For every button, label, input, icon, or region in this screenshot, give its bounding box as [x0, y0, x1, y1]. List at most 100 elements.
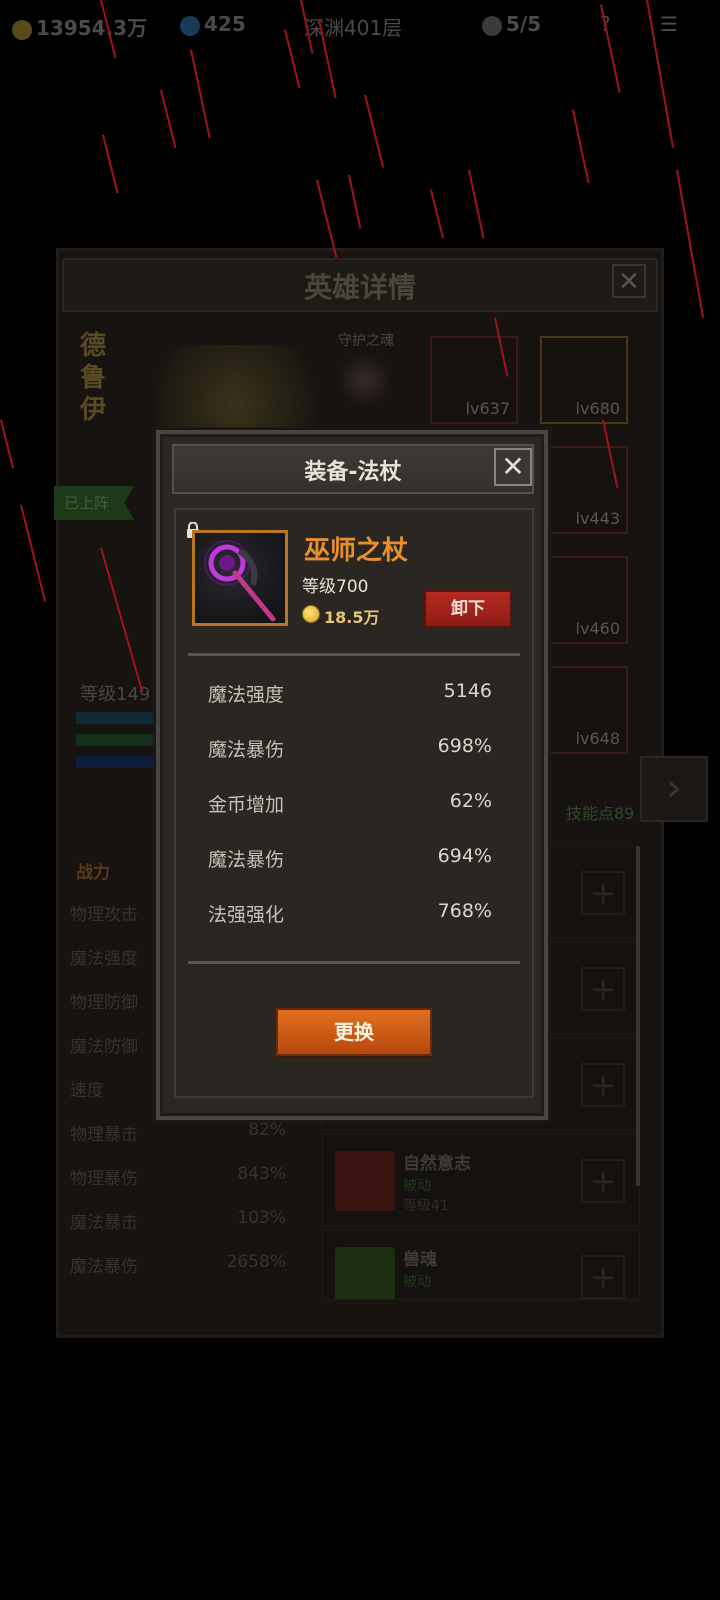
stat-name: 魔法防御 — [70, 1037, 138, 1057]
skill-upgrade-plus-icon[interactable]: + — [581, 1063, 625, 1107]
rain-streak — [676, 169, 705, 318]
stat-row: 魔法暴击 103% — [70, 1208, 300, 1252]
hero-detail-close-button[interactable]: ✕ — [612, 264, 646, 298]
swap-button[interactable]: 更换 — [276, 1008, 432, 1056]
stat-name: 物理防御 — [70, 993, 138, 1013]
close-icon[interactable]: ✕ — [494, 448, 532, 486]
attribute-row: 魔法暴伤 698% — [208, 731, 492, 786]
rain-streak — [316, 179, 338, 258]
item-name: 巫师之杖 — [304, 536, 409, 566]
attribute-value: 62% — [449, 790, 492, 812]
attribute-name: 魔法暴伤 — [208, 739, 285, 761]
unequip-button[interactable]: 卸下 — [424, 590, 512, 628]
slot-level: lv648 — [575, 729, 620, 748]
stat-name: 魔法强度 — [70, 949, 138, 969]
rain-streak — [102, 134, 119, 194]
stat-name: 物理攻击 — [70, 905, 138, 925]
equip-slot-ring[interactable]: lv460 — [540, 556, 628, 644]
menu-icon[interactable]: ☰ — [660, 12, 678, 36]
gold-counter: 13954.3万 — [12, 12, 147, 41]
attribute-value: 694% — [437, 845, 492, 867]
equip-slot-amulet[interactable]: lv680 — [540, 336, 628, 424]
skull-counter: 5/5 — [482, 12, 541, 36]
attribute-name: 魔法暴伤 — [208, 849, 285, 871]
rain-streak — [430, 189, 445, 239]
item-attributes: 魔法强度 5146 魔法暴伤 698% 金币增加 62% 魔法暴伤 694% 法强强化 7… — [208, 676, 492, 951]
skill-upgrade-plus-icon[interactable]: + — [581, 967, 625, 1011]
rain-streak — [190, 49, 211, 139]
stat-name: 物理暴伤 — [70, 1169, 138, 1189]
beast-soul-skill-icon — [335, 1247, 395, 1299]
mana-bar — [76, 756, 156, 768]
attribute-name: 金币增加 — [208, 794, 285, 816]
stat-value: 843% — [237, 1164, 286, 1184]
stat-row: 物理暴击 82% — [70, 1120, 300, 1164]
gold-coin-icon — [302, 605, 320, 623]
slot-level: lv443 — [575, 509, 620, 528]
skull-amount: 5/5 — [506, 12, 542, 36]
skill-item: 自然意志 被动 等级41 + — [322, 1134, 640, 1226]
rain-streak — [468, 169, 485, 239]
rain-streak — [20, 504, 47, 603]
hero-detail-title: 英雄详情 — [303, 271, 416, 304]
stat-row: 物理暴伤 843% — [70, 1164, 300, 1208]
wizard-staff-icon — [204, 540, 276, 622]
attribute-name: 法强强化 — [208, 904, 285, 926]
attribute-name: 魔法强度 — [208, 684, 285, 706]
exp-bar — [76, 734, 156, 746]
slot-level: lv680 — [575, 399, 620, 418]
skill-upgrade-plus-icon[interactable]: + — [581, 871, 625, 915]
skill-name: 自然意志 — [403, 1154, 471, 1174]
stat-value: 103% — [237, 1208, 286, 1228]
guardian-soul-label: 守护之魂 — [338, 333, 394, 349]
attribute-row: 法强强化 768% — [208, 896, 492, 951]
stat-name: 魔法暴伤 — [70, 1257, 138, 1277]
skull-icon — [482, 15, 502, 36]
rain-streak — [572, 109, 590, 184]
stat-name: 速度 — [70, 1081, 104, 1101]
skills-scrollbar[interactable] — [636, 846, 640, 1186]
rain-streak — [348, 174, 362, 229]
slot-level: lv460 — [575, 619, 620, 638]
skill-points: 技能点89 — [566, 804, 635, 823]
item-level: 等级700 — [302, 577, 369, 597]
equipment-dialog-title: 装备-法杖 — [304, 460, 402, 485]
attribute-value: 768% — [437, 900, 492, 922]
skill-upgrade-plus-icon[interactable]: + — [581, 1255, 625, 1299]
divider — [188, 653, 520, 656]
attribute-row: 魔法暴伤 694% — [208, 841, 492, 896]
skill-level: 等级41 — [403, 1198, 449, 1214]
equip-slot-armor[interactable]: lv443 — [540, 446, 628, 534]
attribute-row: 魔法强度 5146 — [208, 676, 492, 731]
divider — [188, 961, 520, 964]
rain-streak — [364, 94, 385, 168]
skill-item: 兽魂 被动 + — [322, 1230, 640, 1300]
guardian-soul-icon[interactable] — [340, 350, 390, 410]
item-price: 18.5万 — [324, 608, 380, 627]
gem-amount: 425 — [204, 12, 246, 36]
deployed-badge: 已上阵 — [54, 486, 134, 520]
skill-type: 被动 — [403, 1178, 431, 1194]
stat-name: 魔法暴击 — [70, 1213, 138, 1233]
gem-icon — [180, 15, 200, 36]
stat-row: 魔法暴伤 2658% — [70, 1252, 300, 1296]
equip-slot-helmet[interactable]: lv637 — [430, 336, 518, 424]
equip-slot-boots[interactable]: lv648 — [540, 666, 628, 754]
attribute-value: 698% — [437, 735, 492, 757]
rain-streak — [160, 89, 177, 149]
gold-coin-icon — [12, 19, 32, 40]
item-icon-frame — [192, 530, 288, 626]
hero-name: 德鲁伊 — [80, 331, 107, 425]
stat-value: 82% — [248, 1120, 286, 1140]
nature-will-skill-icon — [335, 1151, 395, 1211]
gold-amount: 13954.3万 — [36, 16, 148, 40]
gem-counter: 425 — [180, 12, 246, 36]
skill-upgrade-plus-icon[interactable]: + — [581, 1159, 625, 1203]
combat-power-label: 战力 — [76, 863, 110, 883]
skill-name: 兽魂 — [403, 1250, 437, 1270]
skill-type: 被动 — [403, 1274, 431, 1290]
stat-name: 物理暴击 — [70, 1125, 138, 1145]
rain-streak — [0, 419, 15, 469]
next-hero-arrow-icon[interactable]: › — [640, 756, 708, 822]
slot-level: lv637 — [465, 399, 510, 418]
